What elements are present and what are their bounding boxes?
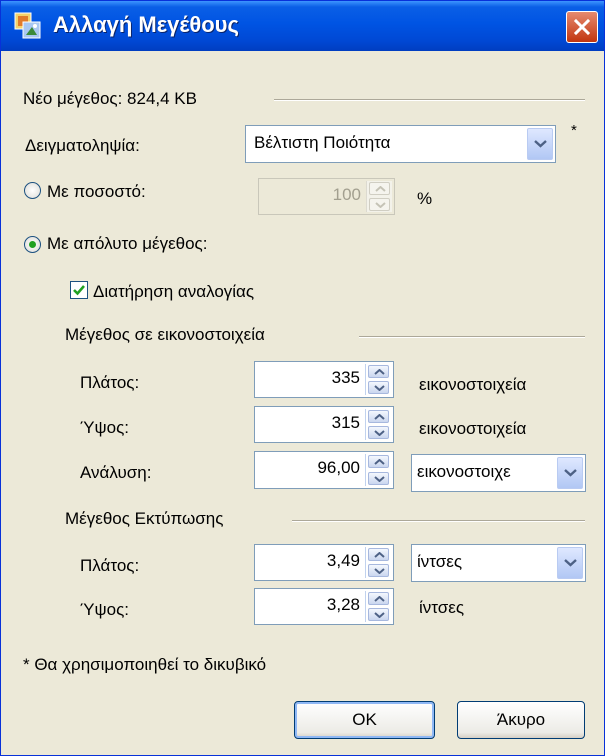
sampling-label: Δειγματοληψία: — [25, 136, 140, 155]
print-width-value: 3,49 — [326, 551, 360, 570]
percent-spinner[interactable] — [366, 181, 392, 212]
pixel-width-input[interactable]: 335 — [254, 361, 394, 398]
spin-up-icon[interactable] — [369, 182, 390, 195]
spin-up-icon[interactable] — [368, 365, 389, 378]
print-size-heading: Μέγεθος Εκτύπωσης — [65, 509, 224, 528]
absolute-radio[interactable] — [24, 236, 41, 253]
pixel-width-label: Πλάτος: — [80, 373, 140, 392]
chevron-down-icon — [564, 469, 577, 477]
print-width-input[interactable]: 3,49 — [254, 544, 394, 581]
chevron-down-icon — [564, 559, 577, 567]
pixel-height-unit: εικονοστοιχεία — [419, 419, 527, 438]
print-unit-value: ίντσες — [417, 552, 463, 571]
spin-down-icon[interactable] — [368, 426, 389, 439]
print-height-input[interactable]: 3,28 — [254, 588, 394, 625]
spin-down-icon[interactable] — [368, 564, 389, 577]
resolution-unit-dropdown-button[interactable] — [557, 457, 583, 489]
resolution-unit-select[interactable]: εικονοστοιχε — [411, 454, 586, 492]
spin-down-icon[interactable] — [368, 472, 389, 485]
cancel-button[interactable]: Άκυρο — [457, 701, 585, 739]
percent-value: 100 — [332, 185, 361, 204]
resolution-value: 96,00 — [317, 458, 360, 477]
print-height-spinner[interactable] — [365, 591, 391, 622]
sampling-asterisk: * — [571, 122, 577, 139]
pixel-height-label: Ύψος: — [80, 418, 130, 437]
print-width-label: Πλάτος: — [80, 556, 140, 575]
resize-dialog: Αλλαγή Μεγέθους Νέο μέγεθος: 824,4 KB Δε… — [0, 0, 605, 756]
close-button[interactable] — [566, 11, 598, 43]
pixel-size-heading: Μέγεθος σε εικονοστοιχεία — [65, 325, 265, 344]
percent-radio[interactable] — [24, 182, 41, 199]
window-title: Αλλαγή Μεγέθους — [53, 12, 239, 37]
keep-ratio-checkbox[interactable] — [70, 281, 88, 299]
pixel-height-spinner[interactable] — [365, 409, 391, 440]
radio-selected-dot — [29, 241, 36, 248]
resolution-label: Ανάλυση: — [80, 463, 152, 482]
percent-label: Με ποσοστό: — [47, 182, 146, 201]
checkmark-icon — [73, 285, 85, 296]
percent-unit: % — [417, 189, 433, 208]
print-height-value: 3,28 — [326, 595, 360, 614]
new-size-separator — [274, 99, 585, 101]
absolute-label: Με απόλυτο μέγεθος: — [47, 234, 208, 253]
resolution-unit-value: εικονοστοιχε — [417, 462, 511, 481]
print-height-unit: ίντσες — [419, 598, 465, 617]
percent-input[interactable]: 100 — [258, 178, 395, 215]
print-size-separator — [292, 520, 585, 522]
pixel-width-unit: εικονοστοιχεία — [419, 375, 527, 394]
pixel-height-value: 315 — [331, 413, 360, 432]
pixel-size-separator — [359, 336, 585, 338]
pixel-height-input[interactable]: 315 — [254, 406, 394, 443]
ok-button[interactable]: OK — [294, 701, 435, 739]
spin-down-icon[interactable] — [368, 608, 389, 621]
footnote: * Θα χρησιμοποιηθεί το δικυβικό — [23, 655, 267, 674]
resolution-input[interactable]: 96,00 — [254, 451, 394, 489]
pixel-width-value: 335 — [331, 368, 360, 387]
sampling-dropdown-button[interactable] — [527, 128, 553, 160]
print-unit-select[interactable]: ίντσες — [411, 544, 586, 582]
resolution-spinner[interactable] — [365, 454, 391, 486]
sampling-select[interactable]: Βέλτιστη Ποιότητα — [245, 125, 556, 163]
spin-up-icon[interactable] — [368, 592, 389, 605]
print-unit-dropdown-button[interactable] — [557, 547, 583, 579]
spin-up-icon[interactable] — [368, 548, 389, 561]
resize-icon — [14, 12, 42, 40]
new-size-label: Νέο μέγεθος: 824,4 KB — [23, 89, 197, 108]
sampling-value: Βέλτιστη Ποιότητα — [254, 133, 391, 152]
close-icon — [573, 18, 591, 36]
title-bar[interactable]: Αλλαγή Μεγέθους — [1, 1, 604, 51]
spin-down-icon[interactable] — [368, 381, 389, 394]
chevron-down-icon — [534, 140, 547, 148]
keep-ratio-label: Διατήρηση αναλογίας — [93, 282, 255, 301]
spin-down-icon[interactable] — [369, 198, 390, 211]
print-width-spinner[interactable] — [365, 547, 391, 578]
spin-up-icon[interactable] — [368, 455, 389, 468]
print-height-label: Ύψος: — [80, 600, 130, 619]
pixel-width-spinner[interactable] — [365, 364, 391, 395]
spin-up-icon[interactable] — [368, 410, 389, 423]
